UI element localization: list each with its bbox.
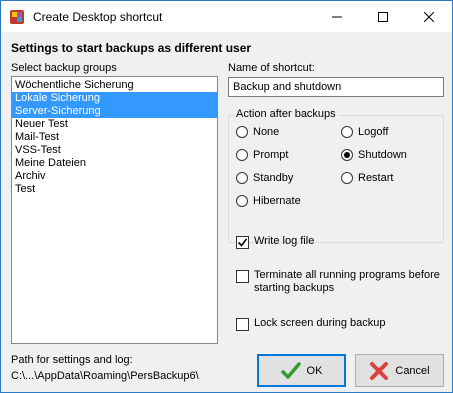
- radio-prompt-label: Prompt: [253, 149, 289, 161]
- list-item[interactable]: Test: [12, 183, 217, 196]
- radio-logoff-label: Logoff: [358, 126, 389, 138]
- radio-hibernate-label: Hibernate: [253, 195, 301, 207]
- radio-prompt-circle[interactable]: [236, 149, 248, 161]
- minimize-icon[interactable]: [314, 1, 360, 32]
- list-item[interactable]: Wöchentliche Sicherung: [12, 79, 217, 92]
- shortcut-name-input[interactable]: [228, 77, 444, 97]
- write-log-label: Write log file: [254, 235, 315, 247]
- radio-logoff[interactable]: Logoff: [341, 126, 388, 138]
- list-item[interactable]: Archiv: [12, 170, 217, 183]
- path-label: Path for settings and log:: [11, 354, 133, 366]
- radio-restart[interactable]: Restart: [341, 172, 393, 184]
- terminate-programs-label: Terminate all running programs before st…: [254, 269, 440, 295]
- list-item[interactable]: Mail-Test: [12, 131, 217, 144]
- radio-standby-circle[interactable]: [236, 172, 248, 184]
- list-item[interactable]: Lokale Sicherung: [12, 92, 217, 105]
- x-mark-icon: [369, 361, 389, 381]
- close-icon[interactable]: [406, 1, 452, 32]
- lock-screen-box[interactable]: [236, 318, 249, 331]
- radio-shutdown-circle[interactable]: [341, 149, 353, 161]
- checkmark-icon: [280, 361, 301, 381]
- radio-hibernate-circle[interactable]: [236, 195, 248, 207]
- radio-prompt[interactable]: Prompt: [236, 149, 288, 161]
- list-item[interactable]: VSS-Test: [12, 144, 217, 157]
- terminate-programs-label-line1: Terminate all running programs before: [254, 269, 440, 281]
- ok-button[interactable]: OK: [257, 354, 346, 387]
- dialog-content: Settings to start backups as different u…: [1, 32, 452, 392]
- write-log-checkbox[interactable]: Write log file: [236, 235, 314, 249]
- action-groupbox-title: Action after backups: [234, 108, 338, 120]
- ok-button-label: OK: [306, 364, 323, 377]
- cancel-button[interactable]: Cancel: [355, 354, 444, 387]
- app-icon: [9, 9, 25, 25]
- radio-hibernate[interactable]: Hibernate: [236, 195, 301, 207]
- radio-shutdown[interactable]: Shutdown: [341, 149, 407, 161]
- dialog-window: Create Desktop shortcut Settings to star…: [0, 0, 453, 393]
- list-item[interactable]: Neuer Test: [12, 118, 217, 131]
- terminate-programs-label-line2: starting backups: [254, 282, 335, 294]
- radio-standby-label: Standby: [253, 172, 294, 184]
- radio-standby[interactable]: Standby: [236, 172, 293, 184]
- dialog-heading: Settings to start backups as different u…: [11, 41, 252, 55]
- maximize-icon[interactable]: [360, 1, 406, 32]
- radio-none-circle[interactable]: [236, 126, 248, 138]
- shortcut-name-label: Name of shortcut:: [228, 62, 315, 74]
- lock-screen-label: Lock screen during backup: [254, 317, 386, 329]
- write-log-box[interactable]: [236, 236, 249, 249]
- list-item[interactable]: Server-Sicherung: [12, 105, 217, 118]
- title-bar[interactable]: Create Desktop shortcut: [1, 1, 452, 32]
- cancel-button-label: Cancel: [395, 364, 430, 377]
- list-item[interactable]: Meine Dateien: [12, 157, 217, 170]
- radio-restart-label: Restart: [358, 172, 394, 184]
- terminate-programs-checkbox[interactable]: Terminate all running programs before st…: [236, 269, 440, 295]
- radio-none-label: None: [253, 126, 280, 138]
- lock-screen-checkbox[interactable]: Lock screen during backup: [236, 317, 385, 331]
- backup-groups-label: Select backup groups: [11, 62, 117, 74]
- backup-groups-listbox[interactable]: Wöchentliche Sicherung Lokale Sicherung Se…: [11, 76, 218, 344]
- window-title: Create Desktop shortcut: [33, 10, 163, 24]
- path-value: C:\...\AppData\Roaming\PersBackup6\: [11, 370, 199, 382]
- radio-none[interactable]: None: [236, 126, 279, 138]
- radio-logoff-circle[interactable]: [341, 126, 353, 138]
- radio-shutdown-label: Shutdown: [358, 149, 407, 161]
- terminate-programs-box[interactable]: [236, 270, 249, 283]
- radio-restart-circle[interactable]: [341, 172, 353, 184]
